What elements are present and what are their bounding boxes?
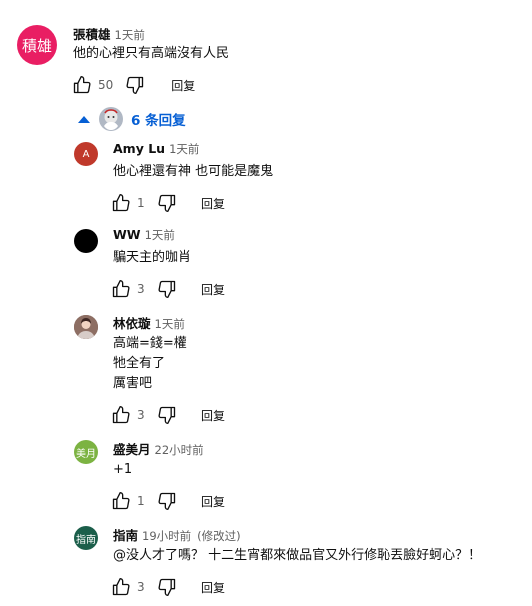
reply-avatar[interactable]: A: [74, 142, 98, 166]
reply-author[interactable]: 林依璇 1天前: [113, 313, 185, 332]
like-icon[interactable]: [111, 577, 131, 597]
comment-time[interactable]: 1天前: [155, 317, 185, 331]
reply-actions: 1 回复: [111, 193, 225, 213]
like-count: 50: [98, 78, 114, 92]
like-count: 1: [137, 494, 145, 508]
reply-actions: 3 回复: [111, 405, 225, 425]
like-icon[interactable]: [111, 193, 131, 213]
dislike-icon[interactable]: [157, 405, 177, 425]
reply-button[interactable]: 回复: [171, 77, 195, 94]
author-name[interactable]: WW: [113, 227, 141, 242]
dislike-icon[interactable]: [157, 193, 177, 213]
author-name[interactable]: 林依璇: [113, 316, 151, 331]
reply-actions: 1 回复: [111, 491, 225, 511]
comment-time[interactable]: 19小时前: [142, 529, 191, 543]
reply-button[interactable]: 回复: [201, 195, 225, 212]
comment-time[interactable]: 22小时前: [155, 443, 204, 457]
reply-author[interactable]: 指南 19小时前 (修改过): [113, 525, 241, 544]
edited-label: (修改过): [197, 529, 241, 543]
like-icon[interactable]: [111, 491, 131, 511]
avatar-initials: A: [82, 148, 90, 160]
reply-text: 高端=錢=權 牠全有了 厲害吧: [113, 336, 187, 391]
like-count: 3: [137, 580, 145, 594]
reply-author[interactable]: 盛美月 22小时前: [113, 439, 204, 458]
avatar-initials: 積雄: [21, 36, 52, 55]
person-photo-icon: [74, 315, 98, 339]
caret-up-icon: [78, 115, 90, 123]
like-icon[interactable]: [111, 405, 131, 425]
like-icon[interactable]: [72, 75, 92, 95]
reply-text: +1: [113, 462, 133, 477]
reply-button[interactable]: 回复: [201, 281, 225, 298]
author-name[interactable]: Amy Lu: [113, 141, 165, 156]
reply-button[interactable]: 回复: [201, 493, 225, 510]
top-comment-actions: 50 回复: [72, 75, 195, 95]
comment-time[interactable]: 1天前: [115, 28, 145, 42]
top-comment-avatar[interactable]: 積雄: [17, 25, 57, 65]
dislike-icon[interactable]: [157, 279, 177, 299]
reply-avatar[interactable]: 美月: [74, 440, 98, 464]
like-icon[interactable]: [111, 279, 131, 299]
dislike-icon[interactable]: [157, 577, 177, 597]
top-comment-text: 他的心裡只有高端沒有人民: [73, 46, 230, 61]
reply-button[interactable]: 回复: [201, 407, 225, 424]
reply-avatar[interactable]: [74, 229, 98, 253]
reply-text: @没人才了嗎？ 十二生宵都來做品官又外行修恥丟臉好蚵心？！: [113, 548, 482, 563]
author-name[interactable]: 盛美月: [113, 442, 151, 457]
replies-count-label[interactable]: 6 条回复: [131, 109, 186, 129]
reply-author[interactable]: Amy Lu 1天前: [113, 141, 199, 157]
author-name[interactable]: 張積雄: [73, 27, 111, 42]
reply-avatar[interactable]: [74, 315, 98, 339]
reply-author[interactable]: WW 1天前: [113, 227, 175, 243]
creator-avatar-icon: [99, 107, 123, 131]
comment-time[interactable]: 1天前: [145, 228, 175, 242]
reply-button[interactable]: 回复: [201, 579, 225, 596]
avatar-initials: 美月: [76, 448, 96, 460]
comment-time[interactable]: 1天前: [169, 142, 199, 156]
author-name[interactable]: 指南: [113, 528, 138, 543]
reply-text: 他心裡還有神 也可能是魔鬼: [113, 164, 274, 179]
reply-actions: 3 回复: [111, 279, 225, 299]
like-count: 3: [137, 408, 145, 422]
reply-actions: 3 回复: [111, 577, 225, 597]
dislike-icon[interactable]: [125, 75, 145, 95]
avatar-initials: 指南: [76, 534, 96, 546]
top-comment-author[interactable]: 張積雄 1天前: [73, 24, 145, 43]
reply-text: 騙天主的咖肖: [113, 250, 192, 265]
like-count: 1: [137, 196, 145, 210]
reply-avatar[interactable]: 指南: [74, 526, 98, 550]
replies-toggle[interactable]: 6 条回复: [78, 107, 186, 131]
like-count: 3: [137, 282, 145, 296]
dislike-icon[interactable]: [157, 491, 177, 511]
